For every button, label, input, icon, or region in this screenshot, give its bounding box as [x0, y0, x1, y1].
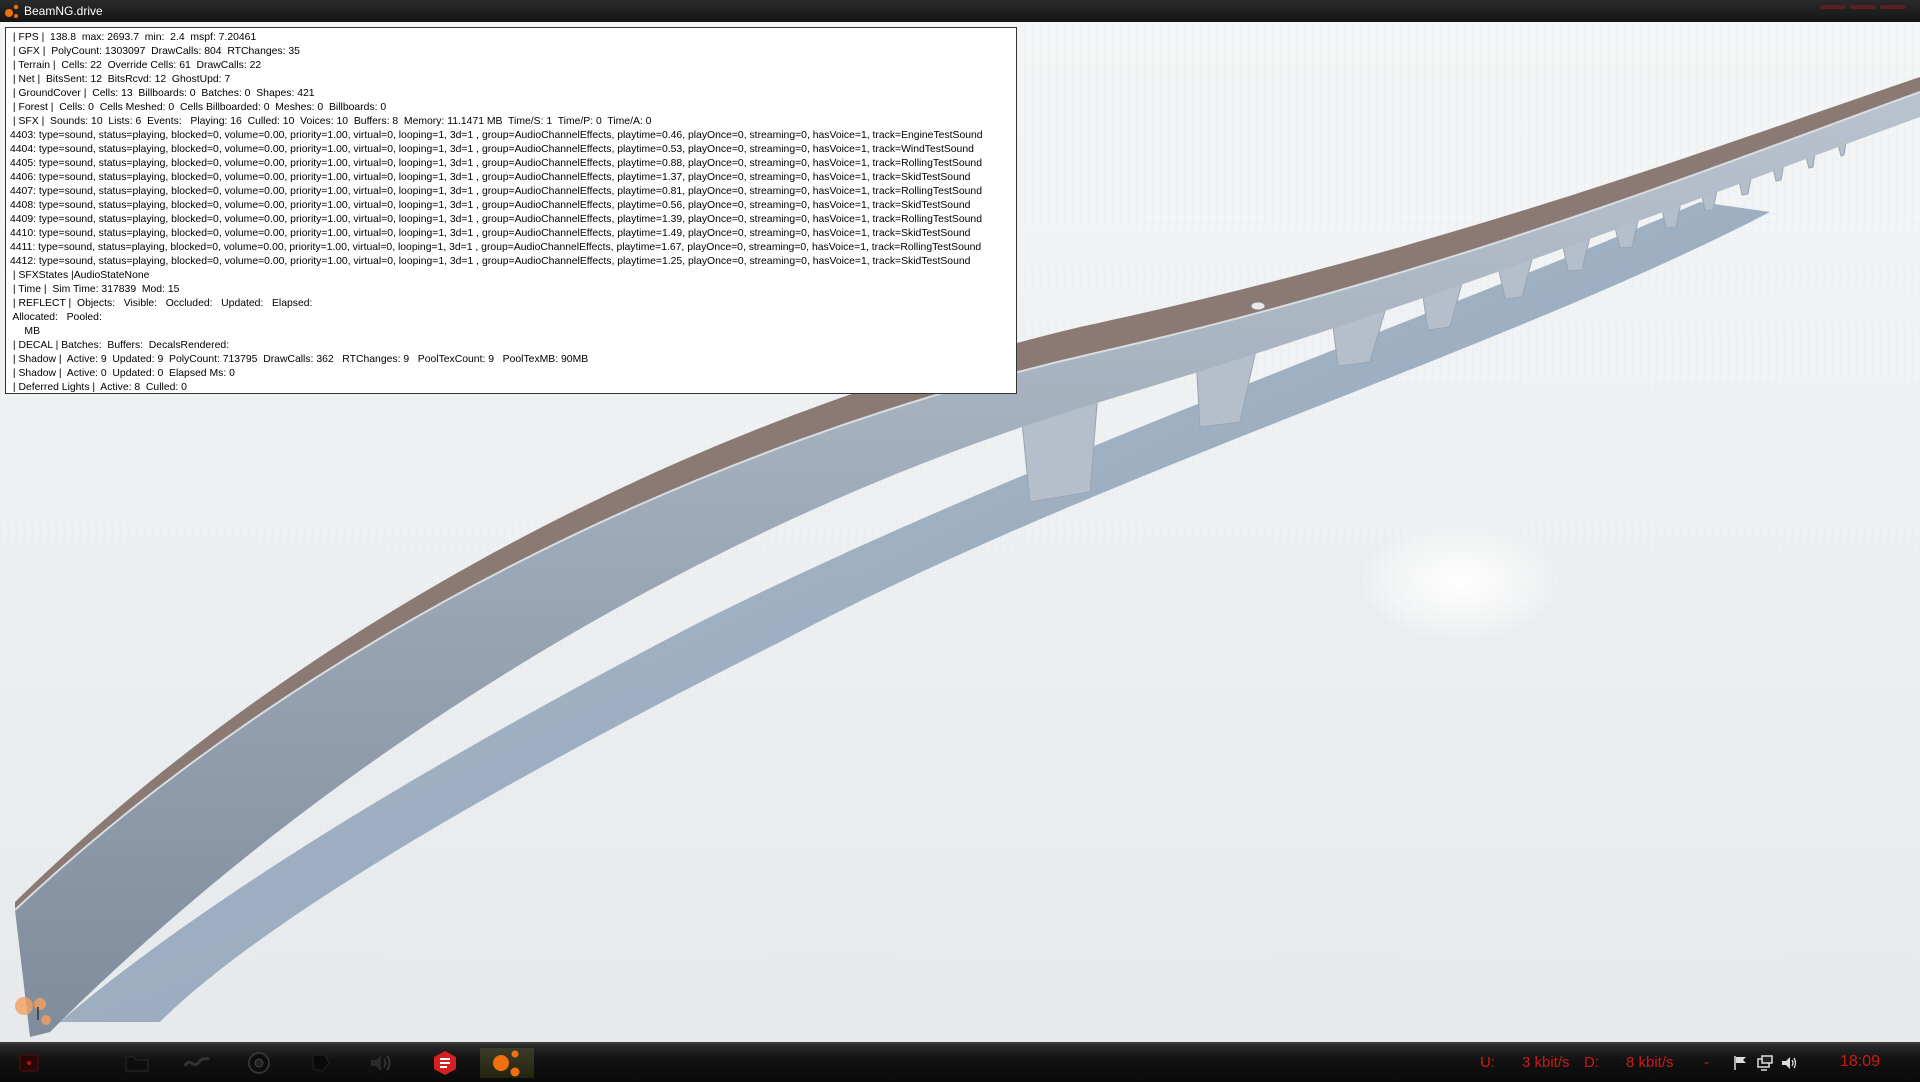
taskbar-item-media-player[interactable] — [4, 1048, 54, 1078]
speaker-icon[interactable] — [1780, 1054, 1798, 1072]
taskbar-item-sketchup[interactable] — [420, 1048, 470, 1078]
taskbar: U: 3 kbit/s D: 8 kbit/s - 18:09 — [0, 1042, 1920, 1082]
taskbar-item-network-tool[interactable] — [172, 1048, 222, 1078]
debug-line: Allocated: Pooled: — [10, 312, 102, 323]
tray-separator: - — [1704, 1054, 1709, 1071]
debug-line: | Deferred Lights | Active: 8 Culled: 0 — [10, 382, 187, 393]
taskbar-item-folder[interactable] — [112, 1048, 162, 1078]
taskbar-item-volume-app[interactable] — [356, 1048, 406, 1078]
debug-stats-panel: | FPS | 138.8 max: 2693.7 min: 2.4 mspf:… — [5, 27, 1017, 394]
download-label: D: — [1584, 1054, 1599, 1071]
debug-line: | SFX | Sounds: 10 Lists: 6 Events: Play… — [10, 116, 652, 127]
debug-line: | Terrain | Cells: 22 Override Cells: 61… — [10, 60, 262, 71]
debug-line: | Forest | Cells: 0 Cells Meshed: 0 Cell… — [10, 102, 387, 113]
network-icon[interactable] — [1756, 1054, 1774, 1072]
debug-line: | SFXStates |AudioStateNone — [10, 270, 150, 281]
volume-app-icon — [371, 1055, 391, 1071]
debug-line: 4403: type=sound, status=playing, blocke… — [10, 130, 983, 141]
taskbar-item-chrome[interactable] — [234, 1048, 284, 1078]
debug-line: 4410: type=sound, status=playing, blocke… — [10, 228, 971, 239]
debug-line: | GFX | PolyCount: 1303097 DrawCalls: 80… — [10, 46, 300, 57]
debug-line: 4406: type=sound, status=playing, blocke… — [10, 172, 971, 183]
close-button[interactable] — [1880, 5, 1906, 9]
app-icon — [312, 1054, 330, 1072]
beamng-logo-icon — [4, 3, 20, 19]
window-controls[interactable] — [1820, 5, 1906, 9]
maximize-button[interactable] — [1850, 5, 1876, 9]
upload-label: U: — [1480, 1054, 1495, 1071]
beamng-icon — [493, 1050, 520, 1077]
debug-line: | FPS | 138.8 max: 2693.7 min: 2.4 mspf:… — [10, 32, 257, 43]
debug-line: 4404: type=sound, status=playing, blocke… — [10, 144, 974, 155]
debug-line: 4412: type=sound, status=playing, blocke… — [10, 256, 971, 267]
minimize-button[interactable] — [1820, 5, 1846, 9]
vehicle — [1250, 301, 1266, 311]
network-tool-icon — [183, 1056, 210, 1067]
debug-line: | Time | Sim Time: 317839 Mod: 15 — [10, 284, 180, 295]
taskbar-item-beamng[interactable] — [480, 1048, 534, 1078]
window-title: BeamNG.drive — [24, 4, 103, 18]
debug-line: MB — [10, 326, 41, 337]
debug-line: | DECAL | Batches: Buffers: DecalsRender… — [10, 340, 230, 351]
clock[interactable]: 18:09 — [1840, 1053, 1880, 1071]
media-player-icon — [19, 1054, 39, 1072]
debug-line: | Shadow | Active: 0 Updated: 0 Elapsed … — [10, 368, 235, 379]
debug-line: 4408: type=sound, status=playing, blocke… — [10, 200, 971, 211]
debug-line: 4407: type=sound, status=playing, blocke… — [10, 186, 982, 197]
title-bar: BeamNG.drive — [0, 0, 1920, 23]
debug-line: | Net | BitsSent: 12 BitsRcvd: 12 GhostU… — [10, 74, 231, 85]
debug-line: 4409: type=sound, status=playing, blocke… — [10, 214, 982, 225]
debug-line: | Shadow | Active: 9 Updated: 9 PolyCoun… — [10, 354, 589, 365]
debug-line: | GroundCover | Cells: 13 Billboards: 0 … — [10, 88, 315, 99]
debug-line: | REFLECT | Objects: Visible: Occluded: … — [10, 298, 313, 309]
folder-icon — [125, 1056, 149, 1072]
flag-icon[interactable] — [1732, 1054, 1750, 1072]
sketchup-icon — [434, 1051, 456, 1075]
debug-line: 4411: type=sound, status=playing, blocke… — [10, 242, 982, 253]
taskbar-item-app[interactable] — [296, 1048, 346, 1078]
upload-rate: 3 kbit/s — [1522, 1054, 1570, 1071]
download-rate: 8 kbit/s — [1626, 1054, 1674, 1071]
debug-line: 4405: type=sound, status=playing, blocke… — [10, 158, 982, 169]
chrome-icon — [248, 1052, 270, 1074]
